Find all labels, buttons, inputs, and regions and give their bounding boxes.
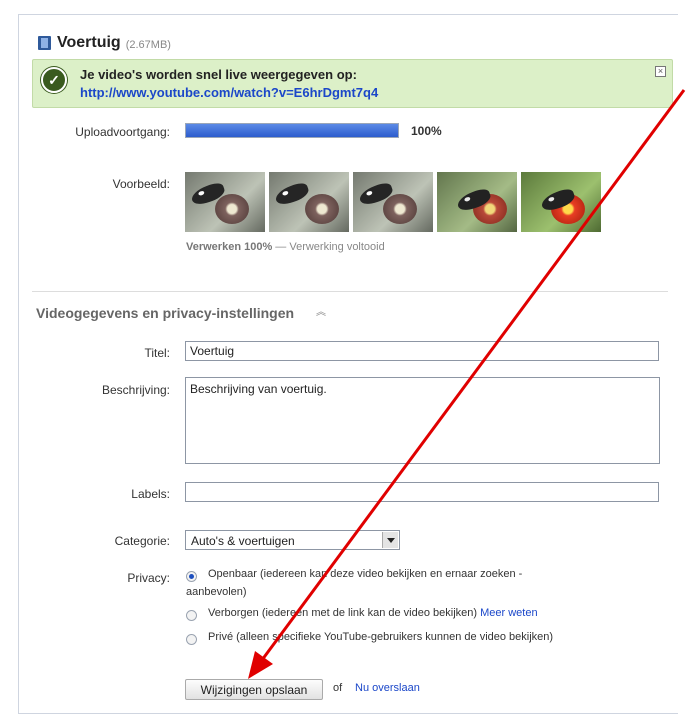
thumbnail-1[interactable] — [185, 172, 265, 232]
privacy-public-text: Openbaar (iedereen kan deze video bekijk… — [208, 567, 628, 582]
labels-label: Labels: — [131, 487, 170, 501]
collapse-icon[interactable]: ︽ — [316, 308, 326, 319]
description-label: Beschrijving: — [101, 383, 170, 397]
banner-message: Je video's worden snel live weergegeven … — [80, 67, 357, 82]
privacy-unlisted-label: Verborgen (iedereen met de link kan de v… — [208, 607, 481, 619]
privacy-public-line2: aanbevolen) — [186, 586, 247, 598]
section-divider — [32, 291, 668, 292]
video-url-link[interactable]: http://www.youtube.com/watch?v=E6hrDgmt7… — [80, 85, 378, 100]
privacy-unlisted-radio[interactable] — [186, 610, 197, 621]
save-changes-button[interactable]: Wijzigingen opslaan — [185, 679, 323, 700]
privacy-private-radio[interactable] — [186, 634, 197, 645]
privacy-private-text: Privé (alleen specifieke YouTube-gebruik… — [208, 631, 554, 643]
flower-shape — [305, 194, 339, 224]
video-size: (2.67MB) — [125, 38, 171, 51]
flower-shape — [215, 194, 249, 224]
section-title: Videogegevens en privacy-instellingen — [36, 305, 295, 321]
flower-shape — [383, 194, 417, 224]
video-header: Voertuig (2.67MB) — [38, 33, 171, 53]
success-banner: ✓ Je video's worden snel live weergegeve… — [32, 59, 673, 108]
checkmark-icon: ✓ — [41, 67, 67, 93]
title-label: Titel: — [144, 346, 170, 360]
privacy-public-radio[interactable] — [186, 571, 197, 582]
description-textarea[interactable]: Beschrijving van voertuig. — [185, 377, 660, 464]
privacy-unlisted-text: Verborgen (iedereen met de link kan de v… — [208, 606, 668, 621]
thumbnail-5[interactable] — [521, 172, 601, 232]
thumbnail-2[interactable] — [269, 172, 349, 232]
category-label: Categorie: — [114, 534, 170, 548]
close-icon[interactable]: × — [655, 66, 666, 77]
category-select[interactable]: Auto's & voertuigen — [185, 530, 400, 550]
thumbnail-4[interactable] — [437, 172, 517, 232]
title-input[interactable] — [185, 341, 659, 361]
video-title: Voertuig — [57, 34, 121, 51]
learn-more-link[interactable]: Meer weten — [480, 607, 537, 619]
processing-percent: Verwerken 100% — [186, 241, 273, 253]
labels-input[interactable] — [185, 482, 659, 502]
upload-progress-percent: 100% — [411, 124, 442, 138]
upload-progress-bar — [185, 123, 399, 138]
privacy-public-line1: Openbaar (iedereen kan deze video bekijk… — [208, 568, 523, 580]
upload-progress-label: Uploadvoortgang: — [75, 125, 170, 139]
film-icon — [38, 36, 51, 50]
processing-done: — Verwerking voltooid — [272, 241, 385, 253]
processing-status: Verwerken 100% — Verwerking voltooid — [186, 241, 385, 253]
privacy-label: Privacy: — [127, 571, 170, 585]
category-value: Auto's & voertuigen — [191, 534, 295, 548]
upload-progress-fill — [186, 124, 398, 137]
chevron-down-icon[interactable] — [382, 532, 398, 548]
thumbnail-3[interactable] — [353, 172, 433, 232]
or-text: of — [333, 682, 343, 694]
skip-now-link[interactable]: Nu overslaan — [355, 682, 420, 694]
preview-label: Voorbeeld: — [112, 177, 170, 191]
